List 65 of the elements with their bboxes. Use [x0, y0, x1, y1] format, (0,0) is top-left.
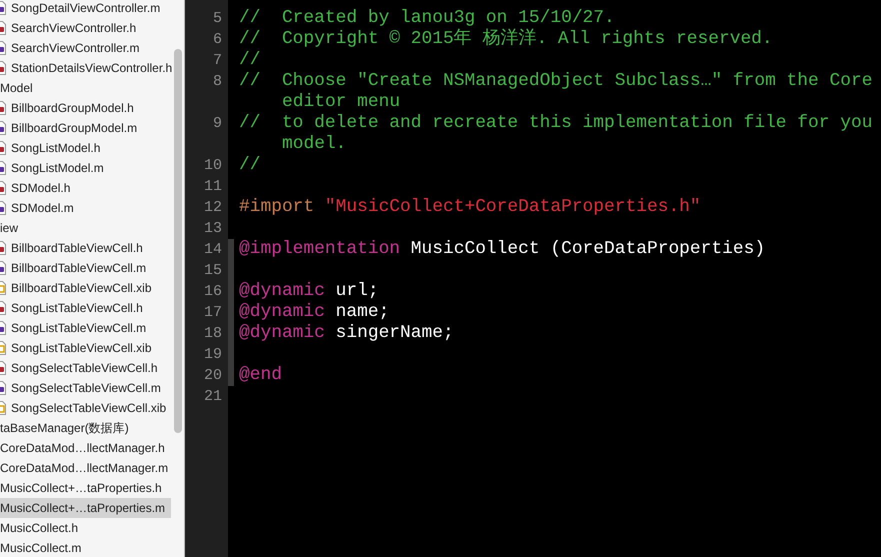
line-number: 20	[202, 366, 223, 386]
line-number: 12	[202, 198, 223, 218]
file-item[interactable]: SDModel.m	[0, 198, 171, 218]
line-number: 19	[202, 345, 223, 365]
file-item[interactable]: CoreDataMod…llectManager.m	[0, 458, 171, 478]
line-number: 6	[212, 30, 223, 50]
code-keyword: @dynamic	[239, 323, 325, 343]
code-keyword: @dynamic	[239, 302, 325, 322]
file-item[interactable]: iew	[0, 218, 171, 238]
code-comment: //	[239, 50, 260, 70]
line-number: 10	[202, 156, 223, 176]
line-number: 14	[202, 240, 223, 260]
file-item[interactable]: BillboardTableViewCell.xib	[0, 278, 171, 298]
code-keyword: @implementation	[239, 239, 400, 259]
line-number: 15	[202, 261, 223, 281]
file-item[interactable]: MusicCollect+…taProperties.h	[0, 478, 171, 498]
code-keyword: @end	[239, 365, 282, 385]
file-item[interactable]: SongListTableViewCell.m	[0, 318, 171, 338]
file-item[interactable]: SongListModel.m	[0, 158, 171, 178]
file-item[interactable]: BillboardGroupModel.m	[0, 118, 171, 138]
file-item[interactable]: BillboardTableViewCell.h	[0, 238, 171, 258]
file-item[interactable]: CoreDataMod…llectManager.h	[0, 438, 171, 458]
code-directive: #import	[239, 197, 314, 217]
file-item[interactable]: Model	[0, 78, 171, 98]
line-number: 16	[202, 282, 223, 302]
code-text: name;	[334, 302, 390, 322]
code-text: MusicCollect (CoreDataProperties)	[410, 239, 766, 259]
scrollbar-thumb[interactable]	[174, 49, 182, 433]
line-number: 11	[202, 177, 223, 197]
file-item[interactable]: StationDetailsViewController.h	[0, 58, 171, 78]
file-item[interactable]: SearchViewController.h	[0, 18, 171, 38]
file-item[interactable]: SearchViewController.m	[0, 38, 171, 58]
file-item[interactable]: SongSelectTableViewCell.xib	[0, 398, 171, 418]
line-number: 13	[202, 219, 223, 239]
file-item[interactable]: SongDetailViewController.m	[0, 0, 171, 18]
file-item[interactable]: BillboardGroupModel.h	[0, 98, 171, 118]
code-comment: // to delete and recreate this implementation file for you	[239, 113, 872, 133]
code-string: "MusicCollect+CoreDataProperties.h"	[324, 197, 701, 217]
code-comment: // Copyright © 2015年 杨洋洋. All rights reserved.	[239, 29, 773, 49]
file-item[interactable]: SongListTableViewCell.xib	[0, 338, 171, 358]
code-keyword: @dynamic	[239, 281, 325, 301]
code-text: singerName;	[334, 323, 454, 343]
line-number: 17	[202, 303, 223, 323]
code-comment: model.	[282, 134, 346, 154]
file-item[interactable]: SongSelectTableViewCell.h	[0, 358, 171, 378]
file-item[interactable]: SongListModel.h	[0, 138, 171, 158]
file-item[interactable]: MusicCollect+…taProperties.m	[0, 498, 171, 518]
code-comment: editor menu	[282, 92, 400, 112]
file-item[interactable]: taBaseManager(数据库)	[0, 418, 171, 438]
line-number: 7	[212, 51, 223, 71]
file-item[interactable]: SDModel.h	[0, 178, 171, 198]
line-number: 9	[212, 114, 223, 134]
file-item[interactable]: MusicCollect.m	[0, 538, 171, 557]
file-item[interactable]: BillboardTableViewCell.m	[0, 258, 171, 278]
code-comment: // Choose "Create NSManagedObject Subclass…" from the Core	[239, 71, 872, 91]
line-number: 8	[212, 72, 223, 92]
code-comment: //	[239, 155, 260, 175]
file-item[interactable]: SongSelectTableViewCell.m	[0, 378, 171, 398]
file-item[interactable]: MusicCollect.h	[0, 518, 171, 538]
line-number: 18	[202, 324, 223, 344]
code-comment: // Created by lanou3g on 15/10/27.	[239, 8, 615, 28]
code-text: url;	[334, 281, 379, 301]
file-item[interactable]: SongListTableViewCell.h	[0, 298, 171, 318]
line-number: 5	[212, 9, 223, 29]
line-number: 21	[202, 387, 223, 407]
